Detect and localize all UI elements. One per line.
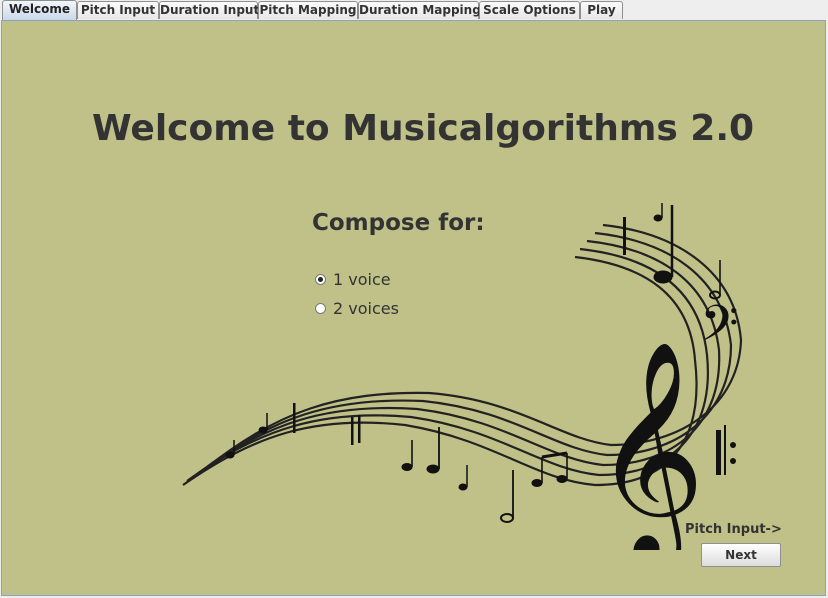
next-hint: Pitch Input->	[685, 522, 782, 537]
note-icon	[225, 451, 235, 459]
tab-scale-options[interactable]: Scale Options	[479, 1, 580, 19]
next-button[interactable]: Next	[701, 543, 781, 567]
tab-bar: Welcome Pitch Input Duration Input Pitch…	[0, 0, 828, 20]
treble-clef-icon: 𝄞	[593, 339, 705, 550]
tab-duration-input[interactable]: Duration Input	[159, 1, 259, 19]
tab-pitch-mapping[interactable]: Pitch Mapping	[258, 1, 358, 19]
tab-play[interactable]: Play	[580, 1, 623, 19]
tab-duration-mapping[interactable]: Duration Mapping	[358, 1, 481, 19]
bass-clef-icon: 𝄢	[700, 295, 739, 365]
tab-pitch-input[interactable]: Pitch Input	[77, 1, 159, 19]
page-title: Welcome to Musicalgorithms 2.0	[92, 108, 755, 149]
music-staff-illustration: 𝄞 𝄢	[182, 203, 743, 550]
tab-welcome[interactable]: Welcome	[2, 0, 77, 20]
